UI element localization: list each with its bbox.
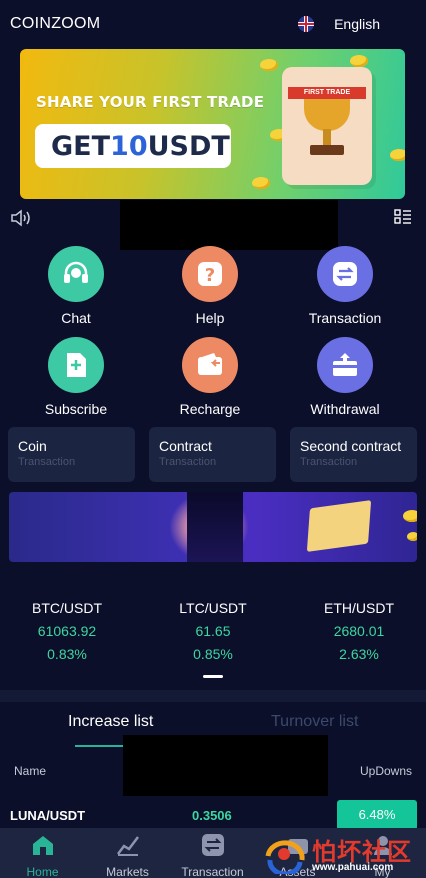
- trophy-ribbon-text: FIRST TRADE: [288, 87, 366, 99]
- shortcut-subscribe[interactable]: Subscribe: [16, 337, 136, 417]
- shortcut-label: Recharge: [179, 401, 241, 417]
- card-upload-icon: [317, 337, 373, 393]
- ticker-change: 0.85%: [193, 646, 233, 662]
- shortcut-label: Help: [195, 310, 225, 326]
- coin-icon: [260, 59, 278, 71]
- svg-text:?: ?: [205, 265, 215, 286]
- banner-cta-prefix: GET: [51, 130, 111, 162]
- ticker-change: 2.63%: [339, 646, 379, 662]
- shortcut-label: Chat: [61, 310, 91, 326]
- nav-home[interactable]: Home: [0, 828, 85, 878]
- shortcut-recharge[interactable]: Recharge: [150, 337, 270, 417]
- ticker-pair: BTC/USDT: [32, 600, 102, 616]
- shortcut-label: Transaction: [308, 310, 382, 326]
- nav-markets[interactable]: Markets: [85, 828, 170, 878]
- nav-transaction[interactable]: Transaction: [170, 828, 255, 878]
- ticket-icon: [306, 500, 372, 552]
- carousel-indicator: [203, 675, 223, 678]
- shortcut-chat[interactable]: Chat: [16, 246, 136, 326]
- language-selector[interactable]: English: [298, 16, 380, 32]
- document-plus-icon: [48, 337, 104, 393]
- shortcut-transaction[interactable]: Transaction: [285, 246, 405, 326]
- ticker-change: 0.83%: [47, 646, 87, 662]
- card-title: Contract: [159, 438, 212, 454]
- column-header-name: Name: [14, 764, 47, 778]
- row-pair: LUNA/USDT: [10, 808, 86, 823]
- ticker-price: 61.65: [195, 623, 231, 639]
- card-subtitle: Transaction: [159, 456, 217, 468]
- list-icon[interactable]: [394, 209, 412, 225]
- question-icon: ?: [182, 246, 238, 302]
- ticker-eth[interactable]: ETH/USDT 2680.01 2.63%: [294, 600, 424, 662]
- ticker-pair: ETH/USDT: [324, 600, 394, 616]
- active-tab-indicator: [75, 745, 123, 747]
- home-icon: [32, 836, 53, 855]
- coin-icon: [403, 510, 417, 522]
- coin-icon: [407, 532, 417, 541]
- banner-cta-suffix: USDT: [147, 130, 230, 162]
- table-row[interactable]: LUNA/USDT 0.3506 6.48%: [0, 800, 426, 830]
- card-second-contract[interactable]: Second contract Transaction: [290, 427, 417, 482]
- brand-title: COINZOOM: [10, 15, 101, 32]
- wallet-icon: [182, 337, 238, 393]
- speaker-icon[interactable]: [10, 208, 32, 228]
- watermark-url: www.pahuai.com: [312, 862, 394, 873]
- promo-banner[interactable]: SHARE YOUR FIRST TRADE GET 10 USDT FIRST …: [20, 49, 405, 199]
- chart-icon: [116, 836, 139, 856]
- nav-label: Home: [26, 865, 59, 878]
- language-label: English: [334, 16, 380, 32]
- shortcut-label: Withdrawal: [310, 401, 380, 417]
- card-contract[interactable]: Contract Transaction: [149, 427, 276, 482]
- coin-icon: [350, 55, 368, 67]
- card-subtitle: Transaction: [18, 456, 76, 468]
- banner-cta-amount: 10: [110, 130, 148, 162]
- card-coin[interactable]: Coin Transaction: [8, 427, 135, 482]
- headset-icon: [48, 246, 104, 302]
- banner-headline: SHARE YOUR FIRST TRADE: [36, 93, 265, 111]
- column-header-updowns: UpDowns: [360, 764, 413, 778]
- swap-icon: [201, 834, 224, 856]
- ticker-price: 61063.92: [37, 623, 97, 639]
- ticker-pair: LTC/USDT: [179, 600, 247, 616]
- coin-icon: [252, 177, 270, 189]
- shortcut-withdrawal[interactable]: Withdrawal: [285, 337, 405, 417]
- watermark: 怕坏社区 www.pahuai.com: [262, 832, 422, 878]
- ticker-ltc[interactable]: LTC/USDT 61.65 0.85%: [148, 600, 278, 662]
- tab-increase-list[interactable]: Increase list: [68, 713, 153, 731]
- card-title: Second contract: [300, 438, 402, 454]
- row-price: 0.3506: [192, 808, 232, 823]
- redacted-area: [123, 735, 328, 796]
- card-subtitle: Transaction: [300, 456, 358, 468]
- nav-label: Markets: [106, 865, 149, 878]
- change-badge: 6.48%: [337, 800, 417, 830]
- nav-label: Transaction: [181, 865, 244, 878]
- banner-cta: GET 10 USDT: [35, 124, 231, 168]
- tab-turnover-list[interactable]: Turnover list: [271, 713, 358, 731]
- uk-flag-icon: [298, 16, 315, 32]
- shortcut-label: Subscribe: [44, 401, 108, 417]
- notice-marquee: [120, 200, 338, 250]
- trophy-icon: FIRST TRADE: [282, 67, 372, 185]
- promo-carousel[interactable]: [9, 492, 417, 562]
- top-header: COINZOOM English: [0, 0, 426, 48]
- watermark-logo-icon: [265, 840, 305, 874]
- swap-icon: [317, 246, 373, 302]
- shortcut-help[interactable]: ? Help: [150, 246, 270, 326]
- ticker-price: 2680.01: [333, 623, 385, 639]
- section-divider: [0, 690, 426, 702]
- card-title: Coin: [18, 438, 47, 454]
- coin-icon: [390, 149, 405, 161]
- ticker-btc[interactable]: BTC/USDT 61063.92 0.83%: [2, 600, 132, 662]
